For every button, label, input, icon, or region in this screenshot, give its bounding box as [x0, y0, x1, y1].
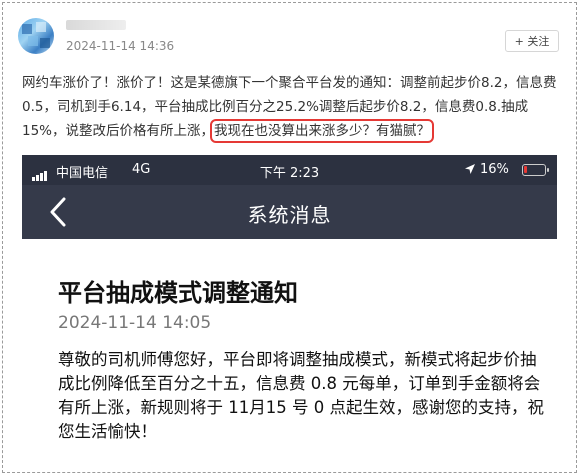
- battery-level-fill: [524, 166, 527, 173]
- battery-icon: [522, 164, 549, 176]
- location-arrow-icon: [464, 163, 476, 178]
- embedded-screenshot[interactable]: 中国电信 4G 下午 2:23 16% 系统消息 平台抽成模式调整通知 2024…: [22, 155, 557, 465]
- notice-body: 尊敬的司机师傅您好，平台即将调整抽成模式，新模式将起步价抽成比例降低至百分之十五…: [58, 350, 544, 441]
- avatar[interactable]: [18, 18, 54, 54]
- username-blurred[interactable]: [66, 20, 126, 30]
- notice-title: 平台抽成模式调整通知: [58, 279, 298, 307]
- post-timestamp: 2024-11-14 14:36: [66, 39, 175, 53]
- follow-button[interactable]: + 关注: [505, 30, 559, 52]
- phone-status-bar: 中国电信 4G 下午 2:23 16%: [22, 155, 557, 185]
- battery-percent: 16%: [480, 162, 509, 177]
- post-text-highlight: 我现在也没算出来涨多少？有猫腻？: [210, 119, 435, 143]
- status-time: 下午 2:23: [259, 166, 320, 181]
- post-text: 网约车涨价了！涨价了！这是某德旗下一个聚合平台发的通知：调整前起步价8.2，信息…: [22, 71, 567, 143]
- phone-nav-bar: 系统消息: [22, 185, 557, 239]
- nav-title: 系统消息: [247, 203, 332, 227]
- notice-date: 2024-11-14 14:05: [58, 313, 212, 333]
